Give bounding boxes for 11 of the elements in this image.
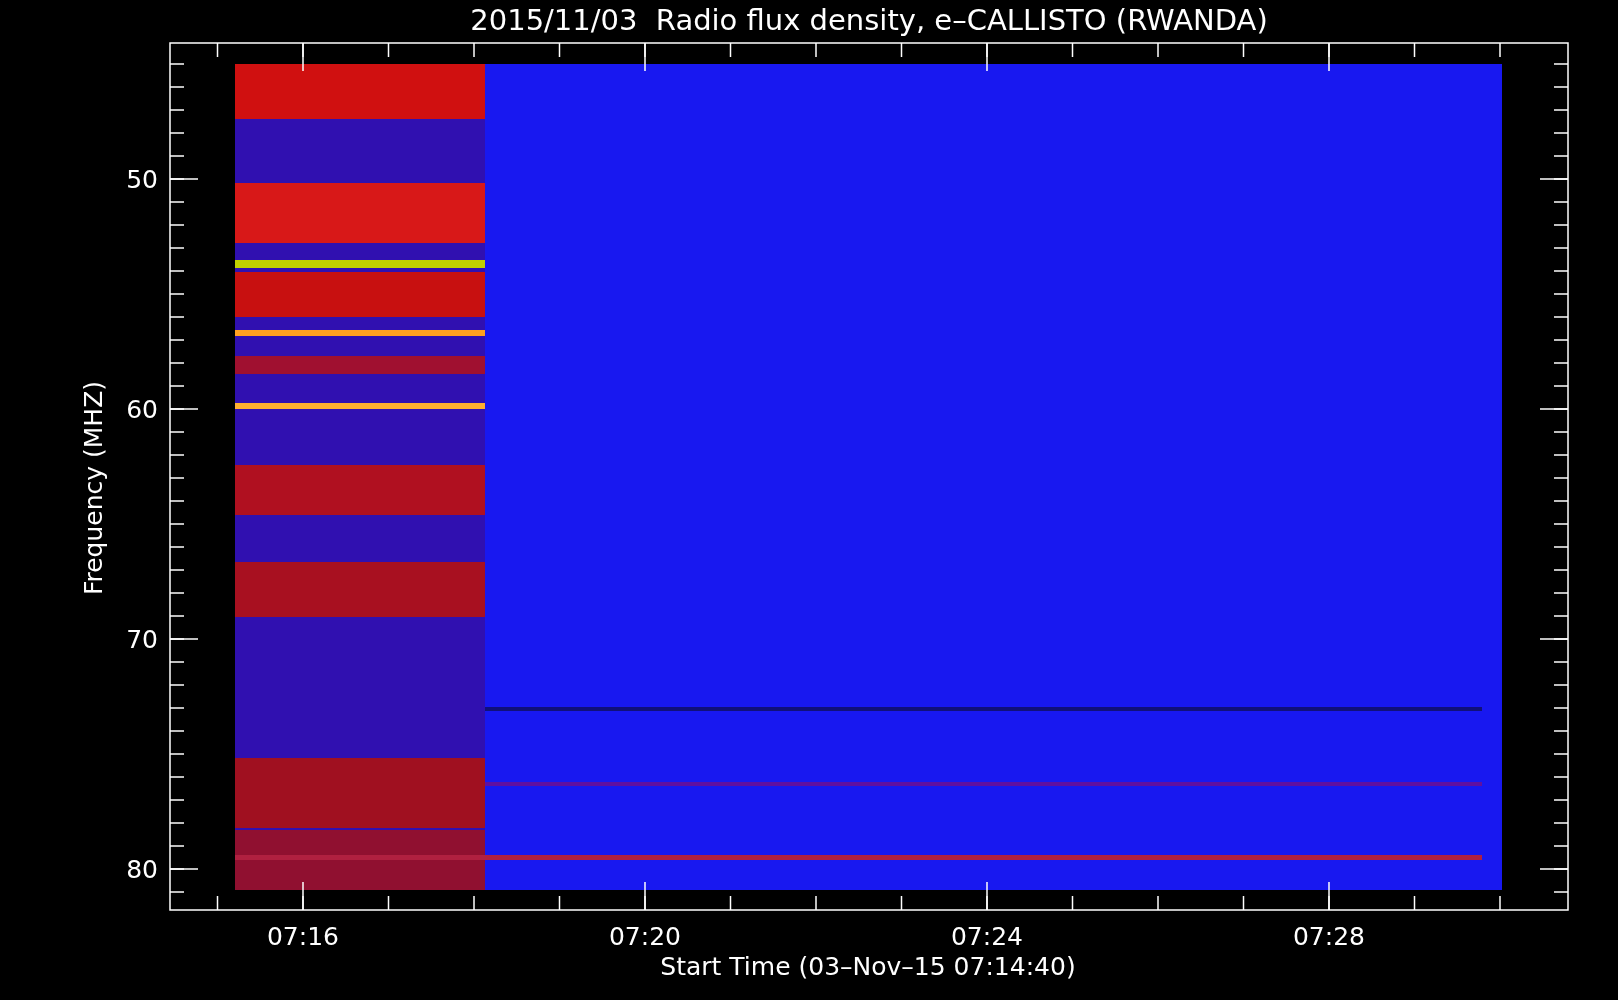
y-axis-label: Frequency (MHZ) — [79, 380, 108, 596]
x-tick-label: 07:16 — [267, 922, 339, 951]
x-tick-label: 07:24 — [951, 922, 1023, 951]
y-tick-label: 80 — [126, 855, 158, 884]
y-tick-label: 50 — [126, 165, 158, 194]
y-tick-label: 60 — [126, 395, 158, 424]
x-axis-label: Start Time (03–Nov–15 07:14:40) — [660, 952, 1076, 981]
x-tick-label: 07:28 — [1293, 922, 1365, 951]
chart-title: 2015/11/03 Radio flux density, e–CALLISTO (RWANDA) — [470, 3, 1268, 37]
x-tick-label: 07:20 — [609, 922, 681, 951]
y-tick-label: 70 — [126, 625, 158, 654]
